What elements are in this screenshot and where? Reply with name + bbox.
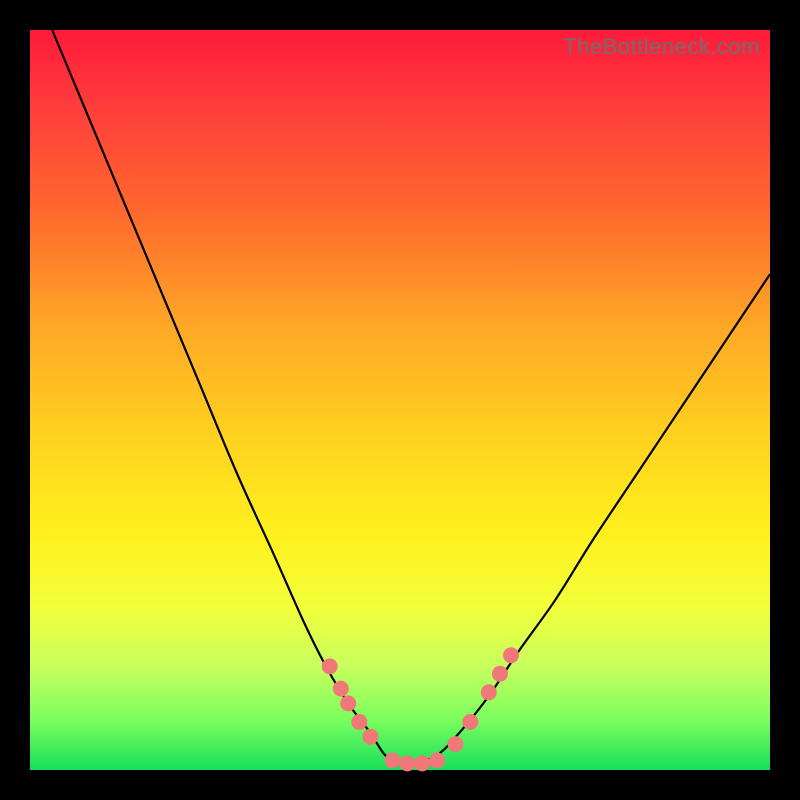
- data-dot: [322, 658, 338, 674]
- curve-layer: [30, 30, 770, 770]
- data-dot: [429, 752, 445, 768]
- data-dot: [351, 714, 367, 730]
- data-dot: [399, 755, 415, 771]
- data-dot: [362, 729, 378, 745]
- data-dot: [414, 755, 430, 771]
- chart-frame: TheBottleneck.com: [0, 0, 800, 800]
- data-dot: [333, 681, 349, 697]
- data-dot: [492, 666, 508, 682]
- data-dot: [462, 714, 478, 730]
- data-dot: [503, 647, 519, 663]
- data-dot: [385, 752, 401, 768]
- bottleneck-curve: [52, 30, 770, 764]
- data-dot: [481, 684, 497, 700]
- data-dot: [448, 736, 464, 752]
- plot-area: TheBottleneck.com: [30, 30, 770, 770]
- data-dot: [340, 695, 356, 711]
- curve-dots: [322, 647, 519, 771]
